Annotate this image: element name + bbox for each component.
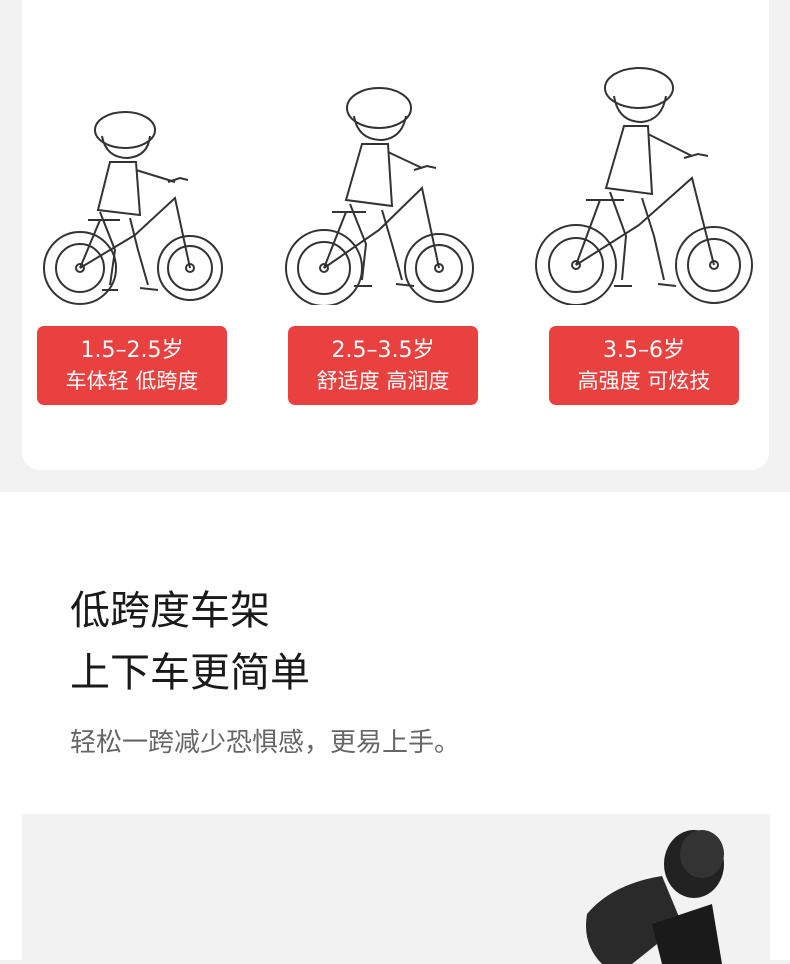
feature-title-line2: 上下车更简单 (70, 650, 310, 696)
stage-2-desc: 舒适度 高润度 (316, 368, 450, 393)
child-on-balance-bike-icon (285, 87, 474, 305)
stage-3-badge: 3.5–6岁 高强度 可炫技 (549, 326, 739, 405)
bike-product-photo (22, 814, 770, 964)
stage-1-age: 1.5–2.5岁 (80, 337, 184, 363)
feature-subtitle: 轻松一跨减少恐惧感，更易上手。 (70, 728, 461, 758)
handlebar-grip-icon (586, 830, 724, 964)
stage-3-age: 3.5–6岁 (603, 337, 685, 363)
feature-section: 低跨度车架 上下车更简单 轻松一跨减少恐惧感，更易上手。 (0, 492, 790, 964)
stage-1-desc: 车体轻 低跨度 (65, 368, 199, 393)
stage-2-illustration (284, 80, 484, 305)
feature-title-line1: 低跨度车架 (70, 588, 270, 634)
feature-title: 低跨度车架 上下车更简单 (70, 580, 310, 704)
stage-2-age: 2.5–3.5岁 (331, 337, 435, 363)
stage-1-illustration (40, 100, 240, 305)
child-on-balance-bike-icon (43, 111, 223, 305)
age-stages-card: 1.5–2.5岁 车体轻 低跨度 2.5–3.5岁 舒适度 高润度 3.5–6岁… (22, 0, 769, 470)
stage-2-badge: 2.5–3.5岁 舒适度 高润度 (288, 326, 478, 405)
stage-3-desc: 高强度 可炫技 (577, 368, 711, 393)
stage-1-badge: 1.5–2.5岁 车体轻 低跨度 (37, 326, 227, 405)
child-on-balance-bike-icon (535, 67, 753, 305)
stage-3-illustration (534, 60, 753, 305)
